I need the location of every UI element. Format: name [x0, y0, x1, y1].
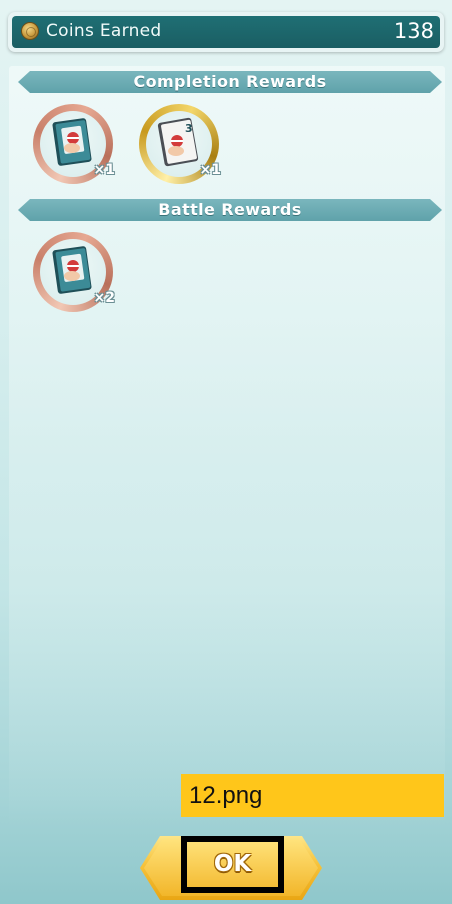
reward-quantity: ×2 — [93, 290, 115, 306]
coins-earned-inner: Coins Earned 138 — [12, 16, 440, 48]
reward-quantity: ×1 — [93, 162, 115, 178]
completion-reward-item-2[interactable]: 3 ×1 — [139, 104, 221, 184]
ok-focus-highlight — [181, 836, 284, 893]
coins-earned-label: Coins Earned — [46, 21, 162, 41]
battle-rewards-header: Battle Rewards — [18, 199, 442, 221]
battle-reward-item-1[interactable]: ×2 — [33, 232, 115, 312]
filename-label: 12.png — [181, 774, 444, 817]
completion-reward-item-1[interactable]: ×1 — [33, 104, 115, 184]
reward-quantity: ×1 — [199, 162, 221, 178]
coins-earned-value: 138 — [393, 19, 434, 43]
completion-rewards-header: Completion Rewards — [18, 71, 442, 93]
book-item-icon — [52, 118, 92, 166]
coins-earned-bar: Coins Earned 138 — [8, 12, 444, 52]
svg-text:3: 3 — [185, 122, 193, 135]
ticket-item-icon: 3 — [157, 117, 199, 167]
book-item-icon — [52, 246, 92, 294]
coin-icon — [21, 22, 39, 40]
